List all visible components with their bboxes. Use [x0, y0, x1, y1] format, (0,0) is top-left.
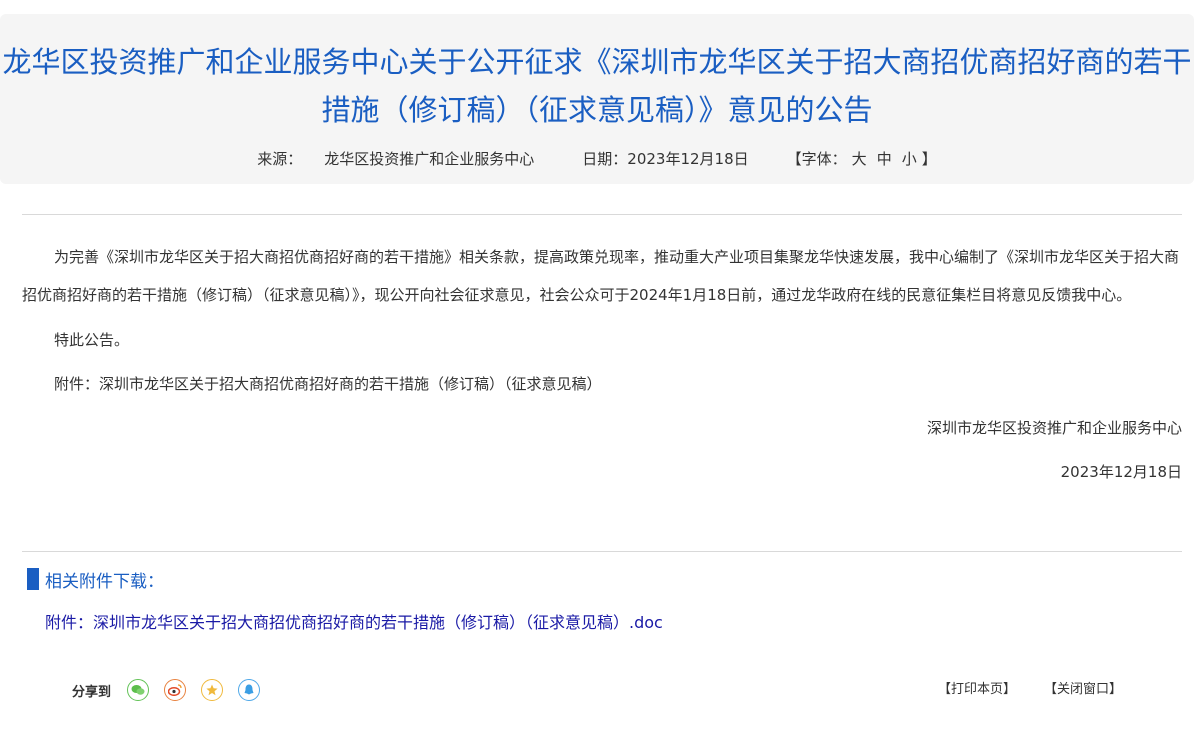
- attachment-download-link[interactable]: 附件：深圳市龙华区关于招大商招优商招好商的若干措施（修订稿）（征求意见稿）.do…: [45, 612, 663, 634]
- attachments-title: 相关附件下载：: [45, 571, 164, 592]
- close-window-button[interactable]: 【关闭窗口】: [1044, 678, 1122, 697]
- bottom-divider: [22, 551, 1182, 552]
- qq-icon[interactable]: [238, 679, 261, 701]
- top-divider: [22, 214, 1182, 215]
- share-bar: 分享到: [72, 678, 275, 702]
- font-size-close: 】: [921, 150, 937, 168]
- signature: 深圳市龙华区投资推广和企业服务中心: [926, 419, 1182, 437]
- page-actions: 【打印本页】 【关闭窗口】: [938, 678, 1122, 697]
- date-label: 日期：: [582, 150, 628, 168]
- article-body: 为完善《深圳市龙华区关于招大商招优商招好商的若干措施》相关条款，提高政策兑现率，…: [22, 238, 1182, 491]
- sign-date: 2023年12月18日: [1060, 463, 1182, 481]
- font-size-open: 【字体：: [786, 150, 847, 168]
- attachment-note: 附件：深圳市龙华区关于招大商招优商招好商的若干措施（修订稿）（征求意见稿）: [54, 375, 602, 393]
- source-label: 来源：: [257, 150, 303, 168]
- weibo-icon[interactable]: [164, 679, 187, 701]
- source-value: 龙华区投资推广和企业服务中心: [324, 150, 535, 168]
- font-size-control: 【字体： 大中小】: [787, 148, 937, 170]
- date-value: 2023年12月18日: [627, 150, 749, 168]
- article-title: 龙华区投资推广和企业服务中心关于公开征求《深圳市龙华区关于招大商招优商招好商的若…: [2, 45, 1192, 127]
- body-paragraph: 为完善《深圳市龙华区关于招大商招优商招好商的若干措施》相关条款，提高政策兑现率，…: [22, 248, 1180, 304]
- closing-statement: 特此公告。: [54, 331, 130, 349]
- print-page-button[interactable]: 【打印本页】: [938, 678, 1016, 697]
- share-label: 分享到: [72, 684, 112, 700]
- wechat-icon[interactable]: [127, 679, 150, 701]
- font-size-medium-button[interactable]: 中: [877, 148, 892, 170]
- article-meta: 来源： 龙华区投资推广和企业服务中心 日期：2023年12月18日 【字体： 大中小】: [0, 148, 1194, 170]
- attachments-heading: 相关附件下载：: [27, 568, 164, 592]
- favorite-icon[interactable]: [201, 679, 224, 701]
- heading-marker: [27, 568, 39, 590]
- font-size-small-button[interactable]: 小: [902, 148, 917, 170]
- font-size-large-button[interactable]: 大: [852, 148, 867, 170]
